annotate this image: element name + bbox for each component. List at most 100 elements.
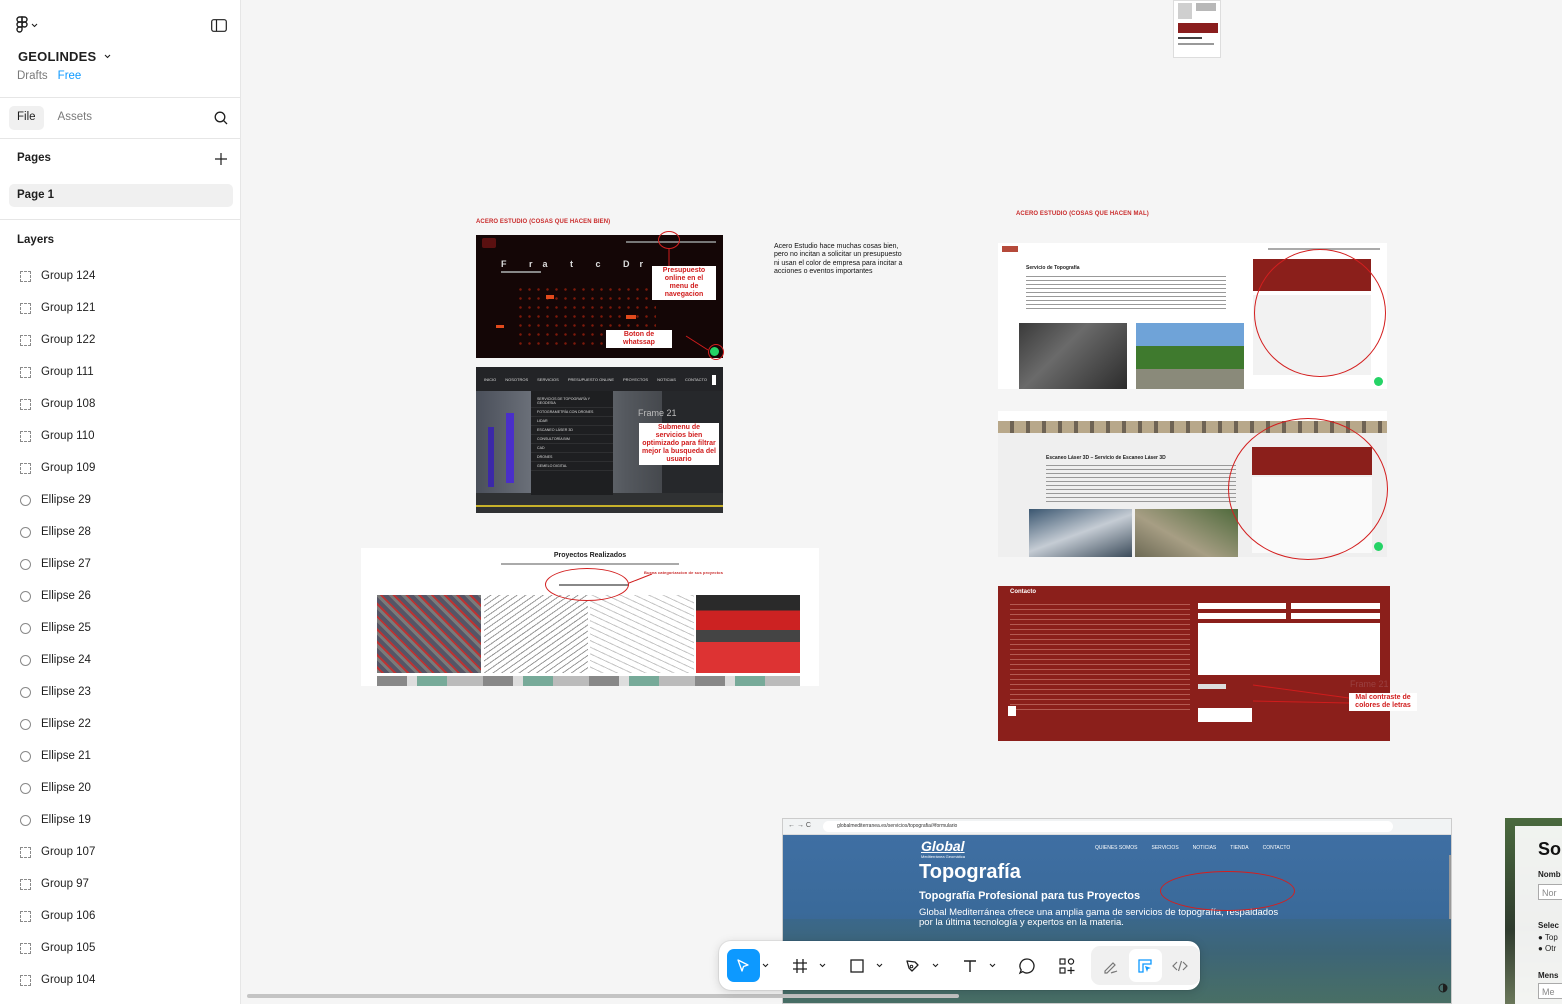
toggle-sidebar-icon[interactable] [210,16,228,34]
layer-item[interactable]: Ellipse 26 [0,580,240,612]
layer-item[interactable]: Ellipse 27 [0,548,240,580]
site-nav-item: PROYECTOS [623,377,649,382]
layer-item[interactable]: Group 97 [0,868,240,900]
frame-tool-menu[interactable] [816,949,828,982]
tab-assets[interactable]: Assets [50,106,101,130]
drafts-link[interactable]: Drafts [17,70,48,82]
form-input: Nor [1538,884,1562,900]
global-nav-item: TIENDA [1230,845,1249,851]
annotation-ellipse[interactable] [545,568,629,601]
chevron-down-icon [876,963,883,968]
submenu-item: CONSULTORÍA BIM [531,435,613,444]
layer-label: Group 108 [41,398,96,410]
layer-item[interactable]: Group 121 [0,292,240,324]
design-mode-button[interactable] [1128,949,1162,982]
text-tool-button[interactable] [954,949,987,982]
annotation-arrows [668,248,709,351]
frame-tool-button[interactable] [784,949,817,982]
layer-item[interactable]: Ellipse 22 [0,708,240,740]
ellipse-icon [20,494,31,506]
site-nav-item: NOTICIAS [657,377,676,382]
layer-item[interactable]: Group 107 [0,836,240,868]
plan-badge[interactable]: Free [58,70,82,82]
shape-tool-menu[interactable] [873,949,885,982]
chevron-down-icon [819,963,826,968]
rectangle-icon [849,958,865,974]
layer-item[interactable]: Group 105 [0,932,240,964]
page-item-page-1[interactable]: Page 1 [9,184,233,207]
text-tool-menu[interactable] [987,949,999,982]
form-screenshot[interactable]: So Nomb Nor Selec ● Top ● Otr Mens Me [1505,818,1562,1004]
annotation-contraste: Mal contraste de colores de letras [1349,693,1417,712]
layer-item[interactable]: Ellipse 19 [0,804,240,836]
pen-tool-menu[interactable] [930,949,942,982]
search-icon[interactable] [213,110,229,126]
layer-label: Ellipse 20 [41,782,91,794]
form-label: Selec [1538,921,1559,930]
file-name-button[interactable]: GEOLINDES [18,49,111,64]
annotation-ellipse[interactable] [1254,249,1386,377]
layer-item[interactable]: Group 104 [0,964,240,996]
layer-item[interactable]: Ellipse 29 [0,484,240,516]
layer-item[interactable]: Group 122 [0,324,240,356]
form-label: Mens [1538,971,1559,980]
design-icon [1137,958,1153,974]
left-sidebar: GEOLINDES Drafts Free File Assets Pages … [0,0,241,1004]
comment-tool-button[interactable] [1010,949,1043,982]
layer-label: Ellipse 21 [41,750,91,762]
layer-item[interactable]: Ellipse 25 [0,612,240,644]
frame-label: Frame 21 [638,408,677,418]
ellipse-icon [20,654,31,666]
move-tool-menu[interactable] [760,949,772,982]
move-tool-button[interactable] [727,949,760,982]
layer-label: Ellipse 28 [41,526,91,538]
layer-item[interactable]: Ellipse 21 [0,740,240,772]
layer-item[interactable]: Ellipse 23 [0,676,240,708]
dev-mode-button[interactable] [1164,949,1197,982]
layer-label: Ellipse 22 [41,718,91,730]
form-title: So [1538,839,1562,859]
layer-label: Group 97 [41,878,89,890]
pages-header: Pages [17,152,51,164]
frame-icon [20,974,31,986]
layer-item[interactable]: Ellipse 28 [0,516,240,548]
thumbnail-frame[interactable] [1173,0,1221,58]
add-page-icon[interactable] [213,151,229,167]
layer-item[interactable]: Group 111 [0,356,240,388]
layer-label: Ellipse 29 [41,494,91,506]
tab-file[interactable]: File [9,106,44,130]
site-nav-item: INICIO [484,377,497,382]
draw-icon [1102,958,1118,974]
layer-item[interactable]: Group 110 [0,420,240,452]
global-hero-title: Topografía [919,861,1021,883]
layer-item[interactable]: Group 108 [0,388,240,420]
layer-item[interactable]: Group 124 [0,260,240,292]
layer-item[interactable]: Group 109 [0,452,240,484]
analysis-note: Acero Estudio hace muchas cosas bien, pe… [774,243,903,276]
contrast-icon[interactable] [1437,982,1448,993]
divider [0,138,241,139]
file-location: Drafts Free [17,70,81,82]
annotation-ellipse[interactable] [1160,871,1295,911]
shape-tool-button[interactable] [840,949,873,982]
layer-label: Ellipse 26 [41,590,91,602]
main-menu-button[interactable] [16,14,38,36]
actions-button[interactable] [1050,949,1083,982]
sidebar-topbar [16,14,228,36]
design-canvas[interactable]: ACERO ESTUDIO (COSAS QUE HACEN BIEN) ACE… [241,0,1562,1004]
layer-item[interactable]: Group 106 [0,900,240,932]
layers-header: Layers [17,234,55,246]
annotation-ellipse[interactable] [1228,418,1388,560]
layer-item[interactable]: Ellipse 24 [0,644,240,676]
contacto-screenshot[interactable]: Contacto [998,586,1390,741]
layer-label: Group 111 [41,366,94,378]
pen-tool-button[interactable] [897,949,930,982]
layer-label: Ellipse 24 [41,654,91,666]
horizontal-scrollbar[interactable] [247,994,959,998]
divider [0,219,241,220]
draw-mode-button[interactable] [1094,949,1127,982]
frame-icon [20,910,31,922]
browser-url: globalmediterranea.es/servicios/topograf… [837,823,958,829]
layer-label: Group 104 [41,974,96,986]
layer-item[interactable]: Ellipse 20 [0,772,240,804]
